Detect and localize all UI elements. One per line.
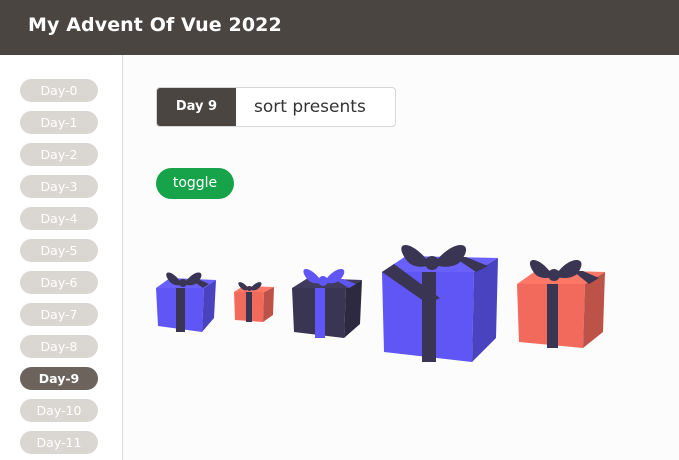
gift-icon-3 xyxy=(292,269,362,338)
gift-icon-5 xyxy=(517,260,605,348)
sidebar-item-day-10[interactable]: Day-10 xyxy=(20,399,98,422)
sidebar-item-day-0[interactable]: Day-0 xyxy=(20,79,98,102)
sidebar-item-day-7[interactable]: Day-7 xyxy=(20,303,98,326)
top-bar: My Advent Of Vue 2022 xyxy=(0,0,679,55)
sidebar-item-day-1[interactable]: Day-1 xyxy=(20,111,98,134)
challenge-title: sort presents xyxy=(254,97,366,117)
toggle-button[interactable]: toggle xyxy=(156,168,234,199)
sidebar-item-day-3[interactable]: Day-3 xyxy=(20,175,98,198)
challenge-header: Day 9 sort presents xyxy=(156,87,396,127)
day-badge: Day 9 xyxy=(157,88,236,126)
gift-icon-1 xyxy=(156,272,216,332)
sidebar-item-day-11[interactable]: Day-11 xyxy=(20,431,98,454)
sidebar-item-day-2[interactable]: Day-2 xyxy=(20,143,98,166)
gift-icon-4 xyxy=(382,245,498,362)
sidebar-item-day-8[interactable]: Day-8 xyxy=(20,335,98,358)
sidebar-nav: Day-0 Day-1 Day-2 Day-3 Day-4 Day-5 Day-… xyxy=(0,55,123,460)
gift-icon-2 xyxy=(234,282,274,322)
sidebar-item-day-4[interactable]: Day-4 xyxy=(20,207,98,230)
sidebar-item-day-5[interactable]: Day-5 xyxy=(20,239,98,262)
app-title: My Advent Of Vue 2022 xyxy=(28,14,282,36)
sidebar-item-day-9[interactable]: Day-9 xyxy=(20,367,98,390)
sidebar-item-day-6[interactable]: Day-6 xyxy=(20,271,98,294)
